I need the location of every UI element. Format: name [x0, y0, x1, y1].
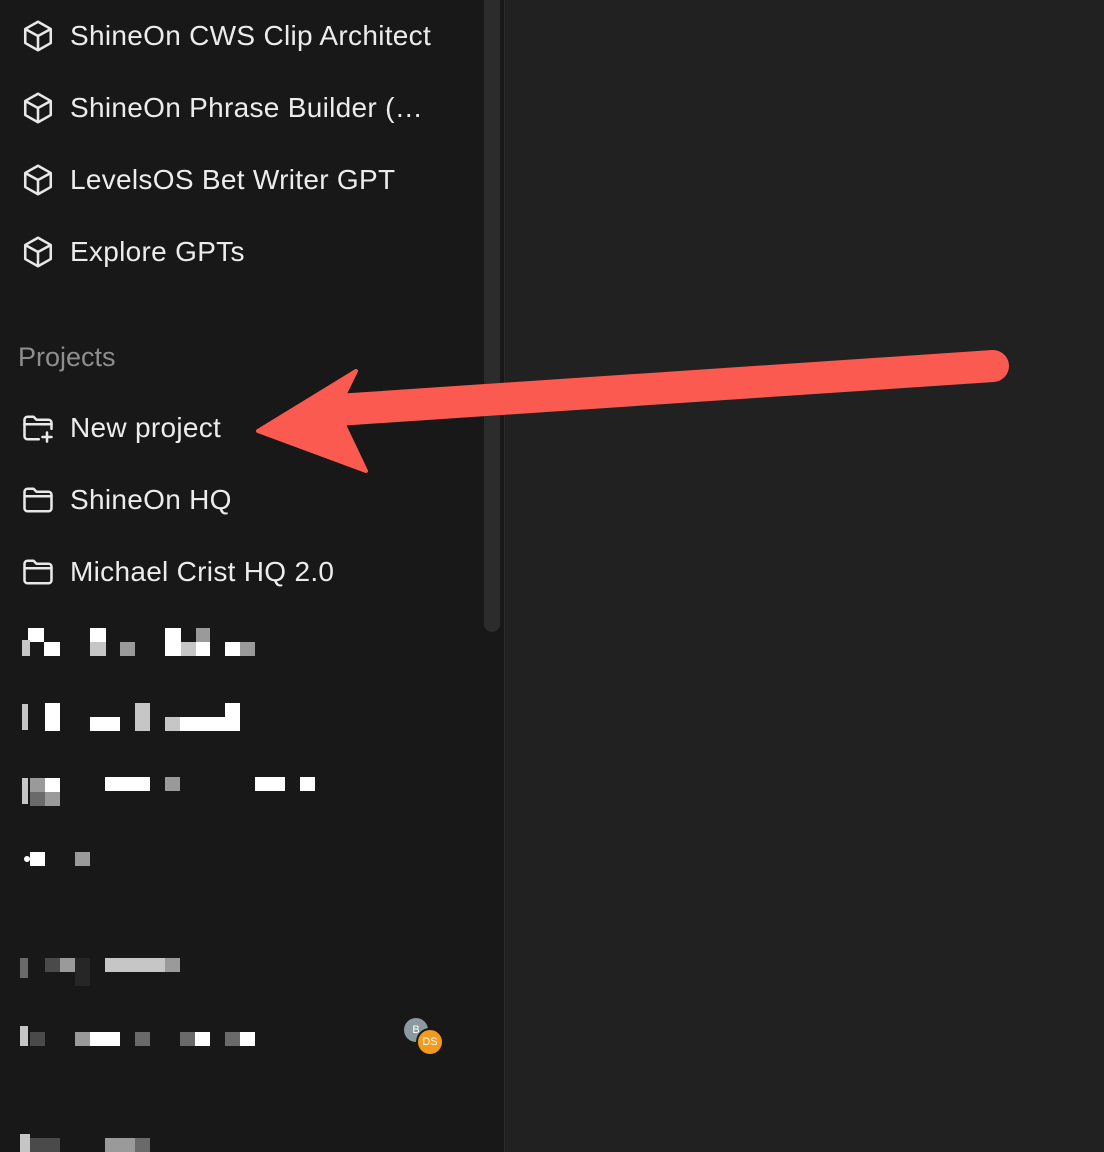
redacted-block [240, 642, 255, 656]
redacted-block [30, 778, 45, 792]
redacted-block [135, 1138, 150, 1152]
redacted-block [90, 717, 120, 731]
redacted-block [225, 703, 240, 731]
redacted-block [135, 1032, 150, 1046]
sidebar-item-label: ShineOn Phrase Builder (O... [70, 92, 440, 123]
sidebar: ShineOn CWS Clip Architect ShineOn Phras… [0, 0, 484, 1152]
redacted-block [28, 628, 44, 642]
redacted-block [165, 777, 180, 791]
redacted-block [181, 642, 196, 656]
folder-icon [18, 552, 58, 592]
sidebar-item-shineon-hq[interactable]: ShineOn HQ [18, 474, 458, 526]
sidebar-item-shineon-phrase-builder[interactable]: ShineOn Phrase Builder (O... [18, 82, 458, 134]
main-content-area [505, 0, 1104, 1152]
redacted-block [45, 958, 60, 972]
redacted-block [30, 1138, 60, 1152]
sidebar-item-new-project[interactable]: New project [18, 402, 458, 454]
redacted-block [135, 703, 150, 731]
sidebar-item-label: ShineOn CWS Clip Architect [70, 20, 432, 51]
redacted-block [105, 1138, 135, 1152]
redacted-block [105, 777, 150, 791]
gpt-cube-icon [18, 232, 58, 272]
projects-section-title: Projects [18, 342, 116, 372]
redacted-block [195, 1032, 210, 1046]
sidebar-item-explore-gpts[interactable]: Explore GPTs [18, 226, 458, 278]
gpt-cube-icon [18, 160, 58, 200]
sidebar-scrollbar[interactable] [484, 0, 504, 1152]
redacted-block [196, 628, 210, 642]
avatar-front: DS [416, 1028, 444, 1056]
sidebar-item-label: LevelsOS Bet Writer GPT [70, 164, 396, 195]
redacted-block [120, 642, 135, 656]
redacted-block [225, 642, 240, 656]
redacted-block [30, 852, 45, 866]
redacted-block [20, 1026, 28, 1046]
sidebar-item-label: Explore GPTs [70, 236, 245, 267]
sidebar-item-label: ShineOn HQ [70, 484, 232, 515]
redacted-block [45, 792, 60, 806]
sidebar-item-michael-crist-hq[interactable]: Michael Crist HQ 2.0 [18, 546, 458, 598]
redacted-block [255, 777, 285, 791]
redacted-block [44, 642, 60, 656]
redacted-block [165, 628, 181, 656]
sidebar-divider [504, 0, 505, 1152]
redacted-block [45, 778, 60, 792]
redacted-block [165, 717, 180, 731]
redacted-block [75, 1032, 90, 1046]
scrollbar-thumb[interactable] [484, 0, 500, 632]
redacted-block [180, 1032, 195, 1046]
sidebar-item-label: New project [70, 412, 222, 443]
redacted-block [300, 777, 315, 791]
folder-icon [18, 480, 58, 520]
redacted-block [225, 1032, 240, 1046]
sidebar-item-shineon-cws-clip-architect[interactable]: ShineOn CWS Clip Architect [18, 10, 458, 62]
redacted-block [196, 642, 210, 656]
redacted-block [90, 1032, 120, 1046]
gpt-cube-icon [18, 16, 58, 56]
redacted-block [20, 1134, 30, 1152]
redacted-block [75, 852, 90, 866]
avatar-front-initials: DS [422, 1036, 438, 1048]
redacted-block [22, 640, 30, 656]
redacted-block [240, 1032, 255, 1046]
redacted-block [105, 958, 165, 972]
sidebar-item-levelsos-bet-writer[interactable]: LevelsOS Bet Writer GPT [18, 154, 458, 206]
redacted-block [90, 642, 106, 656]
redacted-block [30, 1032, 45, 1046]
redacted-block [30, 792, 45, 806]
sidebar-item-label: Michael Crist HQ 2.0 [70, 556, 335, 587]
redacted-block [180, 717, 225, 731]
redacted-block [165, 958, 180, 972]
redacted-block [60, 958, 75, 972]
redacted-block [22, 778, 28, 804]
folder-plus-icon [18, 408, 58, 448]
redacted-block [90, 628, 106, 642]
redacted-block [75, 958, 90, 986]
redacted-block [22, 704, 28, 730]
redacted-block [20, 958, 28, 978]
gpt-cube-icon [18, 88, 58, 128]
redacted-block [45, 703, 60, 731]
